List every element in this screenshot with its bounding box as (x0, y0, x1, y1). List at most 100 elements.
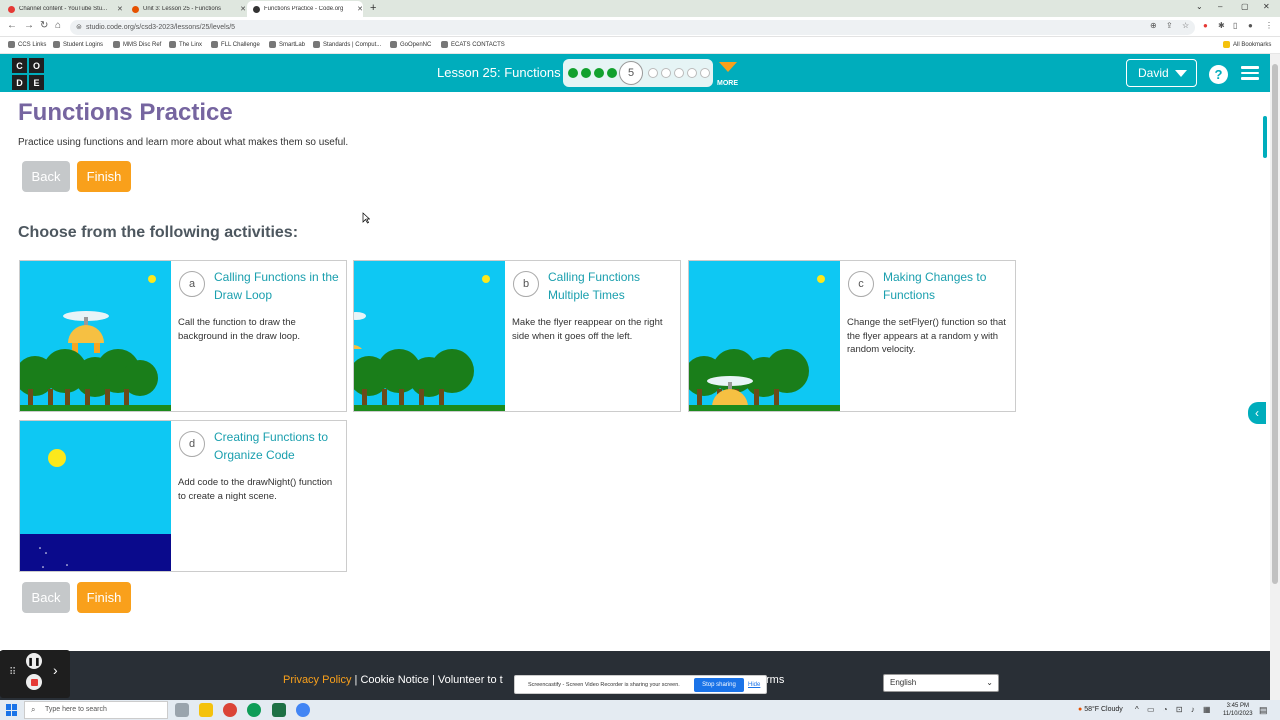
bookmark-item[interactable]: SmartLab (269, 41, 305, 48)
progress-bubble-completed[interactable] (594, 68, 604, 78)
bookmark-item[interactable]: MMS Disc Ref (113, 41, 161, 48)
chevron-right-icon[interactable]: › (53, 662, 58, 678)
bookmark-item[interactable]: Student Logins (53, 41, 103, 48)
activity-thumbnail[interactable] (354, 261, 505, 411)
file-explorer-icon[interactable] (199, 703, 213, 717)
user-menu-button[interactable]: David (1126, 59, 1197, 87)
close-window-icon[interactable]: ✕ (1263, 2, 1270, 11)
all-bookmarks[interactable]: All Bookmarks (1223, 41, 1271, 48)
back-button[interactable]: Back (22, 161, 70, 192)
bookmark-item[interactable]: CCS Links (8, 41, 46, 48)
activity-card-a[interactable]: a Calling Functions in the Draw Loop Cal… (19, 260, 347, 412)
bookmark-item[interactable]: GoOpenNC (390, 41, 431, 48)
reload-icon[interactable]: ↻ (40, 20, 48, 31)
codeorg-logo[interactable]: C O D E (12, 58, 44, 90)
back-arrow-icon[interactable]: ← (7, 20, 17, 31)
system-tray-icons[interactable]: ^ ▭ ◔ ⊡ ♪ ▦ (1135, 705, 1214, 714)
scrollbar-thumb[interactable] (1272, 64, 1278, 584)
progress-bubble-todo[interactable] (700, 68, 710, 78)
privacy-policy-link[interactable]: Privacy Policy (283, 674, 351, 686)
taskbar-clock[interactable]: 3:45 PM 11/10/2023 (1223, 702, 1253, 718)
browser-tab-youtube[interactable]: Channel content - YouTube Stu... ✕ (2, 1, 124, 17)
activity-thumbnail[interactable] (20, 421, 171, 571)
drag-handle-icon[interactable]: ⠿ (9, 667, 16, 678)
help-button[interactable]: ? (1209, 65, 1228, 84)
edge-icon[interactable] (247, 703, 261, 717)
taskbar-search-input[interactable]: ⌕ Type here to search (24, 701, 168, 719)
weather-widget[interactable]: ● 58°F Cloudy (1078, 706, 1123, 713)
url-input[interactable]: ⊜ studio.code.org/s/csd3-2023/lessons/25… (70, 20, 1195, 35)
terms-link[interactable]: rms (766, 674, 784, 686)
activity-title[interactable]: Calling Functions in the Draw Loop (214, 268, 342, 304)
site-info-icon[interactable]: ⊜ (76, 20, 82, 35)
home-icon[interactable]: ⌂ (55, 20, 61, 31)
screencastify-extension-icon[interactable]: ● (1203, 21, 1208, 30)
bookmark-item[interactable]: ECATS CONTACTS (441, 41, 505, 48)
finish-button[interactable]: Finish (77, 161, 131, 192)
footer-links-text[interactable]: | Cookie Notice | Volunteer to t (351, 674, 503, 686)
stop-recording-icon[interactable] (26, 674, 42, 690)
bookmark-star-icon[interactable]: ☆ (1182, 21, 1189, 30)
hamburger-menu-icon[interactable] (1241, 66, 1259, 80)
browser-tab-lesson[interactable]: Unit 3: Lesson 25 - Functions ✕ (126, 1, 246, 17)
activity-card-b[interactable]: b Calling Functions Multiple Times Make … (353, 260, 681, 412)
activity-info[interactable]: c Making Changes to Functions Change the… (840, 261, 1016, 411)
activity-title[interactable]: Making Changes to Functions (883, 268, 1011, 304)
stop-sharing-button[interactable]: Stop sharing (694, 678, 744, 692)
progress-bubble-completed[interactable] (568, 68, 578, 78)
minimize-icon[interactable]: – (1218, 2, 1222, 11)
windows-start-icon[interactable] (6, 704, 18, 716)
activity-card-c[interactable]: c Making Changes to Functions Change the… (688, 260, 1016, 412)
language-select[interactable]: English ⌄ (883, 674, 999, 692)
activity-card-d[interactable]: d Creating Functions to Organize Code Ad… (19, 420, 347, 572)
notifications-icon[interactable]: ▤ (1259, 705, 1268, 716)
extensions-icon[interactable]: ✱ (1218, 21, 1225, 30)
finish-button-bottom[interactable]: Finish (77, 582, 131, 613)
close-icon[interactable]: ✕ (357, 5, 363, 13)
share-icon[interactable]: ⇪ (1166, 21, 1173, 30)
bookmark-item[interactable]: The Linx (169, 41, 202, 48)
browser-menu-icon[interactable]: ⋮ (1265, 21, 1273, 30)
hide-banner-link[interactable]: Hide (748, 682, 760, 688)
bookmark-item[interactable]: Standards | Comput... (313, 41, 381, 48)
progress-bubble-todo[interactable] (661, 68, 671, 78)
chrome-profile-icon[interactable] (296, 703, 310, 717)
progress-bubble-current[interactable]: 5 (619, 61, 643, 85)
profile-avatar-icon[interactable]: ● (1248, 21, 1253, 30)
close-icon[interactable]: ✕ (117, 5, 123, 13)
activity-thumbnail[interactable] (20, 261, 171, 411)
sidebar-icon[interactable]: ▯ (1233, 21, 1237, 30)
youtube-icon (8, 5, 15, 13)
progress-bubble-todo[interactable] (687, 68, 697, 78)
activity-title[interactable]: Calling Functions Multiple Times (548, 268, 676, 304)
lesson-title[interactable]: Lesson 25: Functions (437, 65, 561, 80)
more-label[interactable]: MORE (717, 80, 738, 87)
page-scrollbar[interactable] (1270, 54, 1280, 700)
progress-bubble-todo[interactable] (674, 68, 684, 78)
activity-info[interactable]: a Calling Functions in the Draw Loop Cal… (171, 261, 347, 411)
bookmark-item[interactable]: FLL Challenge (211, 41, 260, 48)
zoom-icon[interactable]: ⊕ (1150, 21, 1157, 30)
activity-thumbnail[interactable] (689, 261, 840, 411)
activity-title[interactable]: Creating Functions to Organize Code (214, 428, 342, 464)
chrome-icon[interactable] (223, 703, 237, 717)
collapse-panel-chevron-icon[interactable]: ‹ (1248, 402, 1266, 424)
maximize-icon[interactable]: ▢ (1241, 2, 1249, 11)
chevron-down-icon[interactable]: ⌄ (1196, 2, 1203, 11)
back-button-bottom[interactable]: Back (22, 582, 70, 613)
more-caret-icon[interactable] (719, 62, 737, 72)
browser-tab-strip: Channel content - YouTube Stu... ✕ Unit … (0, 0, 1280, 17)
activity-info[interactable]: b Calling Functions Multiple Times Make … (505, 261, 681, 411)
forward-arrow-icon[interactable]: → (24, 20, 34, 31)
close-icon[interactable]: ✕ (240, 5, 246, 13)
flyer-scene-image (689, 261, 840, 411)
browser-tab-functions-practice[interactable]: Functions Practice - Code.org ✕ (247, 1, 363, 17)
pause-icon[interactable]: ❚❚ (26, 653, 42, 669)
activity-info[interactable]: d Creating Functions to Organize Code Ad… (171, 421, 347, 571)
task-view-icon[interactable] (175, 703, 189, 717)
progress-bubble-completed[interactable] (607, 68, 617, 78)
progress-bubble-completed[interactable] (581, 68, 591, 78)
new-tab-icon[interactable]: + (370, 2, 376, 14)
progress-bubble-todo[interactable] (648, 68, 658, 78)
excel-icon[interactable] (272, 703, 286, 717)
